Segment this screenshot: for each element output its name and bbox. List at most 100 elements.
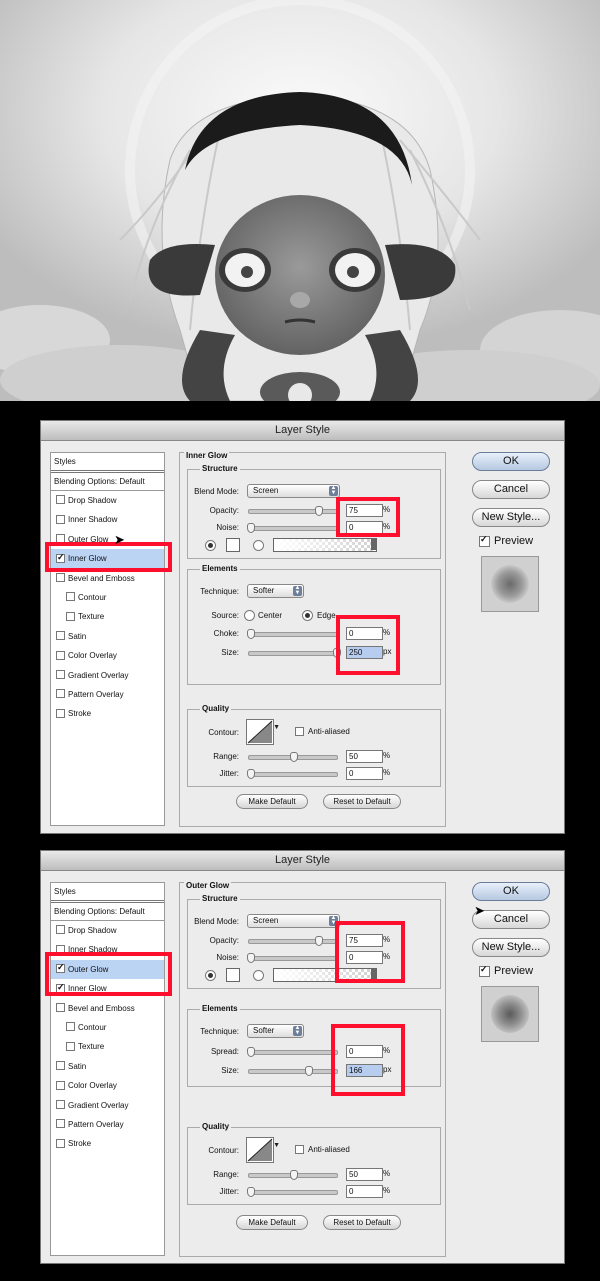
style-item[interactable]: Color Overlay <box>51 646 164 665</box>
style-checkbox[interactable] <box>56 1061 65 1071</box>
style-checkbox[interactable] <box>66 1041 75 1051</box>
gradient-radio[interactable] <box>253 970 264 981</box>
style-item[interactable]: Pattern Overlay <box>51 1115 164 1134</box>
choke-field[interactable]: 0 <box>346 627 383 640</box>
style-checkbox[interactable] <box>56 553 65 563</box>
color-swatch[interactable] <box>226 968 240 982</box>
jitter-slider[interactable] <box>247 1187 338 1197</box>
style-item[interactable]: Outer Glow <box>51 530 164 549</box>
style-item[interactable]: Gradient Overlay <box>51 666 164 685</box>
preview-checkbox[interactable] <box>479 966 490 977</box>
slider-thumb[interactable] <box>290 1170 298 1180</box>
style-item[interactable]: Inner Glow <box>51 979 164 998</box>
style-checkbox[interactable] <box>56 1080 65 1090</box>
opacity-field[interactable]: 75 <box>346 504 383 517</box>
range-field[interactable]: 50 <box>346 750 383 763</box>
blend-mode-select[interactable]: Screen ▲ ▼ <box>247 914 340 928</box>
style-item[interactable]: Stroke <box>51 704 164 723</box>
spread-field[interactable]: 0 <box>346 1045 383 1058</box>
size-slider[interactable] <box>248 1066 338 1076</box>
slider-thumb[interactable] <box>290 752 298 762</box>
style-item[interactable]: Outer Glow <box>51 959 164 980</box>
style-checkbox[interactable] <box>66 592 75 602</box>
style-checkbox[interactable] <box>56 1002 65 1012</box>
gradient-picker[interactable] <box>273 968 377 982</box>
styles-header[interactable]: Styles <box>51 453 164 473</box>
style-checkbox[interactable] <box>56 1138 65 1148</box>
ok-button[interactable]: OK <box>472 882 550 901</box>
style-item[interactable]: Stroke <box>51 1134 164 1153</box>
slider-thumb[interactable] <box>247 953 255 963</box>
slider-thumb[interactable] <box>247 523 255 533</box>
slider-thumb[interactable] <box>305 1066 313 1076</box>
source-center-radio[interactable] <box>244 610 255 621</box>
slider-thumb[interactable] <box>315 936 323 946</box>
slider-thumb[interactable] <box>333 648 341 658</box>
style-checkbox[interactable] <box>56 669 65 679</box>
style-checkbox[interactable] <box>56 514 65 524</box>
gradient-picker[interactable] <box>273 538 377 552</box>
style-checkbox[interactable] <box>66 611 75 621</box>
style-item[interactable]: Satin <box>51 1057 164 1076</box>
opacity-slider[interactable] <box>248 506 338 516</box>
style-item[interactable]: Gradient Overlay <box>51 1096 164 1115</box>
size-field[interactable]: 166 <box>346 1064 383 1077</box>
style-checkbox[interactable] <box>56 1099 65 1109</box>
style-checkbox[interactable] <box>56 944 65 954</box>
source-edge-radio[interactable] <box>302 610 313 621</box>
style-checkbox[interactable] <box>56 495 65 505</box>
contour-picker[interactable]: ▼ <box>246 1137 280 1163</box>
style-checkbox[interactable] <box>56 1119 65 1129</box>
color-swatch[interactable] <box>226 538 240 552</box>
contour-picker[interactable]: ▼ <box>246 719 280 745</box>
size-slider[interactable] <box>248 648 341 658</box>
noise-field[interactable]: 0 <box>346 951 383 964</box>
style-item[interactable]: Drop Shadow <box>51 921 164 940</box>
style-item[interactable]: Bevel and Emboss <box>51 569 164 588</box>
style-checkbox[interactable] <box>56 689 65 699</box>
cancel-button[interactable]: Cancel <box>472 480 550 499</box>
color-radio[interactable] <box>205 540 216 551</box>
style-checkbox[interactable] <box>56 650 65 660</box>
style-item[interactable]: Contour <box>51 588 164 607</box>
style-item[interactable]: Texture <box>51 607 164 626</box>
range-slider[interactable] <box>248 752 338 762</box>
make-default-button[interactable]: Make Default <box>236 794 308 809</box>
noise-field[interactable]: 0 <box>346 521 383 534</box>
style-checkbox[interactable] <box>56 631 65 641</box>
blending-options[interactable]: Blending Options: Default <box>51 903 164 921</box>
color-radio[interactable] <box>205 970 216 981</box>
style-item[interactable]: Pattern Overlay <box>51 685 164 704</box>
jitter-field[interactable]: 0 <box>346 1185 383 1198</box>
technique-select[interactable]: Softer ▲ ▼ <box>247 584 304 598</box>
new-style-button[interactable]: New Style... <box>472 508 550 527</box>
technique-select[interactable]: Softer ▲ ▼ <box>247 1024 304 1038</box>
style-checkbox[interactable] <box>56 983 65 993</box>
make-default-button[interactable]: Make Default <box>236 1215 308 1230</box>
reset-to-default-button[interactable]: Reset to Default <box>323 1215 401 1230</box>
style-item[interactable]: Inner Glow <box>51 549 164 569</box>
blending-options[interactable]: Blending Options: Default <box>51 473 164 491</box>
style-item[interactable]: Contour <box>51 1018 164 1037</box>
style-checkbox[interactable] <box>56 534 65 544</box>
style-item[interactable]: Inner Shadow <box>51 510 164 529</box>
slider-thumb[interactable] <box>247 1187 255 1197</box>
opacity-slider[interactable] <box>248 936 338 946</box>
slider-thumb[interactable] <box>247 769 255 779</box>
style-checkbox[interactable] <box>56 572 65 582</box>
opacity-field[interactable]: 75 <box>346 934 383 947</box>
blend-mode-select[interactable]: Screen ▲ ▼ <box>247 484 340 498</box>
jitter-field[interactable]: 0 <box>346 767 383 780</box>
jitter-slider[interactable] <box>247 769 338 779</box>
style-item[interactable]: Inner Shadow <box>51 940 164 959</box>
range-slider[interactable] <box>248 1170 338 1180</box>
noise-slider[interactable] <box>247 523 338 533</box>
noise-slider[interactable] <box>247 953 338 963</box>
style-checkbox[interactable] <box>56 925 65 935</box>
size-field[interactable]: 250 <box>346 646 383 659</box>
anti-aliased-checkbox[interactable] <box>295 727 304 736</box>
gradient-radio[interactable] <box>253 540 264 551</box>
ok-button[interactable]: OK <box>472 452 550 471</box>
range-field[interactable]: 50 <box>346 1168 383 1181</box>
style-item[interactable]: Bevel and Emboss <box>51 999 164 1018</box>
